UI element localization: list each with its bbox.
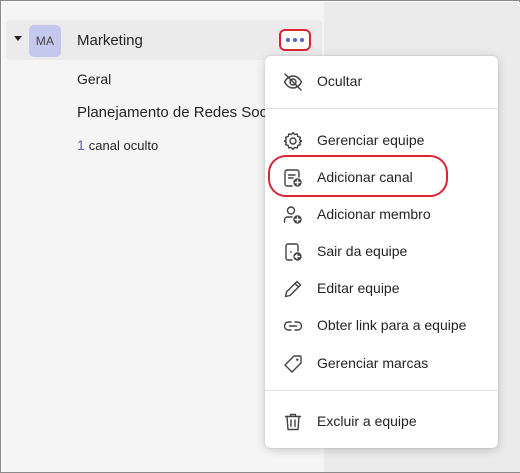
team-avatar: MA [29, 25, 61, 57]
channel-item-geral[interactable]: Geral [77, 71, 111, 87]
channel-item-planejamento[interactable]: Planejamento de Redes Sociais [77, 104, 290, 121]
dot-icon [293, 38, 297, 42]
menu-item-add-channel[interactable]: Adicionar canal [265, 160, 498, 196]
menu-item-label: Sair da equipe [317, 243, 408, 259]
menu-item-hide[interactable]: Ocultar [265, 64, 498, 100]
menu-item-label: Excluir a equipe [317, 413, 417, 429]
team-row-marketing[interactable]: MA Marketing [6, 20, 322, 60]
menu-item-add-member[interactable]: Adicionar membro [265, 197, 498, 233]
dot-icon [300, 38, 304, 42]
caret-down-icon[interactable] [14, 36, 22, 41]
menu-item-label: Ocultar [317, 73, 363, 89]
gear-icon [282, 130, 304, 152]
menu-item-leave-team[interactable]: Sair da equipe [265, 234, 498, 270]
eye-off-icon [282, 71, 304, 93]
more-options-button[interactable] [279, 29, 311, 51]
menu-item-manage-tags[interactable]: Gerenciar marcas [265, 346, 498, 382]
leave-team-icon [282, 241, 304, 263]
menu-item-label: Editar equipe [317, 280, 400, 296]
menu-item-label: Obter link para a equipe [317, 317, 467, 333]
trash-icon [282, 411, 304, 433]
menu-divider [265, 108, 498, 109]
menu-item-label: Gerenciar marcas [317, 355, 429, 371]
menu-divider [265, 390, 498, 391]
link-icon [282, 315, 304, 337]
hidden-channels-label: canal oculto [88, 138, 159, 153]
hidden-channels-link[interactable]: 1 canal oculto [77, 137, 158, 153]
tag-icon [282, 353, 304, 375]
menu-item-manage-team[interactable]: Gerenciar equipe [265, 123, 498, 159]
menu-item-label: Gerenciar equipe [317, 132, 425, 148]
menu-item-edit-team[interactable]: Editar equipe [265, 271, 498, 307]
menu-item-get-link[interactable]: Obter link para a equipe [265, 308, 498, 344]
add-channel-icon [282, 167, 304, 189]
dot-icon [286, 38, 290, 42]
team-options-menu: Ocultar Gerenciar equipe Adicionar canal [265, 56, 498, 448]
pencil-icon [282, 278, 304, 300]
menu-item-delete-team[interactable]: Excluir a equipe [265, 404, 498, 440]
hidden-channels-count: 1 [77, 137, 85, 153]
menu-item-label: Adicionar canal [317, 169, 413, 185]
menu-item-label: Adicionar membro [317, 206, 431, 222]
add-member-icon [282, 204, 304, 226]
team-name[interactable]: Marketing [77, 32, 143, 49]
